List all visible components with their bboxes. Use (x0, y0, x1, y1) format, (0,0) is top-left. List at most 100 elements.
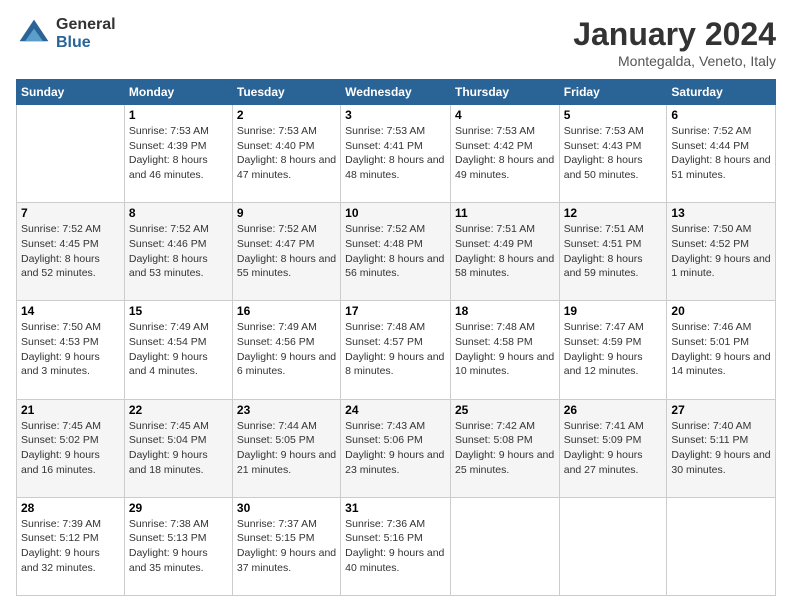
calendar-cell: 22Sunrise: 7:45 AMSunset: 5:04 PMDayligh… (124, 399, 232, 497)
day-number: 15 (129, 304, 228, 318)
day-number: 5 (564, 108, 663, 122)
day-info: Sunrise: 7:50 AMSunset: 4:53 PMDaylight:… (21, 320, 120, 379)
calendar-cell (17, 105, 125, 203)
day-number: 3 (345, 108, 446, 122)
logo-text: General Blue (56, 16, 116, 51)
calendar-cell (667, 497, 776, 595)
logo-icon (16, 16, 52, 52)
day-info: Sunrise: 7:50 AMSunset: 4:52 PMDaylight:… (671, 222, 771, 281)
calendar-cell: 20 Sunrise: 7:46 AMSunset: 5:01 PMDayligh… (667, 301, 776, 399)
day-info: Sunrise: 7:47 AMSunset: 4:59 PMDaylight:… (564, 320, 663, 379)
calendar: SundayMondayTuesdayWednesdayThursdayFrid… (16, 79, 776, 596)
day-number: 7 (21, 206, 120, 220)
day-info: Sunrise: 7:46 AMSunset: 5:01 PMDaylight:… (671, 320, 771, 379)
day-number: 25 (455, 403, 555, 417)
day-info: Sunrise: 7:40 AMSunset: 5:11 PMDaylight:… (671, 419, 771, 478)
day-info: Sunrise: 7:36 AMSunset: 5:16 PMDaylight:… (345, 517, 446, 576)
calendar-cell: 26 Sunrise: 7:41 AMSunset: 5:09 PMDayligh… (559, 399, 667, 497)
day-info: Sunrise: 7:51 AMSunset: 4:49 PMDaylight:… (455, 222, 555, 281)
logo-general: General (56, 16, 116, 34)
day-header-monday: Monday (124, 80, 232, 105)
day-info: Sunrise: 7:48 AMSunset: 4:57 PMDaylight:… (345, 320, 446, 379)
day-header-thursday: Thursday (450, 80, 559, 105)
calendar-cell: 30 Sunrise: 7:37 AMSunset: 5:15 PMDayligh… (232, 497, 340, 595)
day-number: 8 (129, 206, 228, 220)
calendar-week-row: 7 Sunrise: 7:52 AMSunset: 4:45 PMDaylight… (17, 203, 776, 301)
day-number: 4 (455, 108, 555, 122)
day-header-saturday: Saturday (667, 80, 776, 105)
day-info: Sunrise: 7:45 AMSunset: 5:04 PMDaylight:… (129, 419, 228, 478)
calendar-cell: 3 Sunrise: 7:53 AMSunset: 4:41 PMDaylight… (341, 105, 451, 203)
day-number: 9 (237, 206, 336, 220)
day-number: 19 (564, 304, 663, 318)
calendar-cell: 31Sunrise: 7:36 AMSunset: 5:16 PMDayligh… (341, 497, 451, 595)
day-number: 17 (345, 304, 446, 318)
calendar-cell: 12Sunrise: 7:51 AMSunset: 4:51 PMDayligh… (559, 203, 667, 301)
logo: General Blue (16, 16, 116, 52)
day-info: Sunrise: 7:53 AMSunset: 4:41 PMDaylight:… (345, 124, 446, 183)
day-header-wednesday: Wednesday (341, 80, 451, 105)
day-info: Sunrise: 7:48 AMSunset: 4:58 PMDaylight:… (455, 320, 555, 379)
day-info: Sunrise: 7:41 AMSunset: 5:09 PMDaylight:… (564, 419, 663, 478)
calendar-cell: 2 Sunrise: 7:53 AMSunset: 4:40 PMDaylight… (232, 105, 340, 203)
day-info: Sunrise: 7:52 AMSunset: 4:44 PMDaylight:… (671, 124, 771, 183)
calendar-cell: 17 Sunrise: 7:48 AMSunset: 4:57 PMDayligh… (341, 301, 451, 399)
day-info: Sunrise: 7:49 AMSunset: 4:56 PMDaylight:… (237, 320, 336, 379)
day-header-friday: Friday (559, 80, 667, 105)
day-info: Sunrise: 7:37 AMSunset: 5:15 PMDaylight:… (237, 517, 336, 576)
day-info: Sunrise: 7:53 AMSunset: 4:43 PMDaylight:… (564, 124, 663, 183)
day-info: Sunrise: 7:53 AMSunset: 4:40 PMDaylight:… (237, 124, 336, 183)
calendar-week-row: 1Sunrise: 7:53 AMSunset: 4:39 PMDaylight… (17, 105, 776, 203)
day-info: Sunrise: 7:52 AMSunset: 4:47 PMDaylight:… (237, 222, 336, 281)
day-info: Sunrise: 7:53 AMSunset: 4:42 PMDaylight:… (455, 124, 555, 183)
calendar-cell: 4 Sunrise: 7:53 AMSunset: 4:42 PMDaylight… (450, 105, 559, 203)
day-number: 16 (237, 304, 336, 318)
day-info: Sunrise: 7:45 AMSunset: 5:02 PMDaylight:… (21, 419, 120, 478)
calendar-cell: 25 Sunrise: 7:42 AMSunset: 5:08 PMDayligh… (450, 399, 559, 497)
day-number: 28 (21, 501, 120, 515)
day-number: 30 (237, 501, 336, 515)
day-info: Sunrise: 7:43 AMSunset: 5:06 PMDaylight:… (345, 419, 446, 478)
calendar-week-row: 28Sunrise: 7:39 AMSunset: 5:12 PMDayligh… (17, 497, 776, 595)
page: General Blue January 2024 Montegalda, Ve… (0, 0, 792, 612)
logo-blue: Blue (56, 34, 116, 52)
day-number: 11 (455, 206, 555, 220)
day-number: 10 (345, 206, 446, 220)
day-number: 23 (237, 403, 336, 417)
day-number: 26 (564, 403, 663, 417)
calendar-cell: 24Sunrise: 7:43 AMSunset: 5:06 PMDayligh… (341, 399, 451, 497)
day-header-tuesday: Tuesday (232, 80, 340, 105)
day-number: 29 (129, 501, 228, 515)
day-number: 2 (237, 108, 336, 122)
calendar-cell (559, 497, 667, 595)
calendar-cell: 5 Sunrise: 7:53 AMSunset: 4:43 PMDaylight… (559, 105, 667, 203)
calendar-cell: 11 Sunrise: 7:51 AMSunset: 4:49 PMDayligh… (450, 203, 559, 301)
day-number: 21 (21, 403, 120, 417)
day-number: 1 (129, 108, 228, 122)
calendar-header-row: SundayMondayTuesdayWednesdayThursdayFrid… (17, 80, 776, 105)
day-number: 27 (671, 403, 771, 417)
calendar-week-row: 14 Sunrise: 7:50 AMSunset: 4:53 PMDayligh… (17, 301, 776, 399)
calendar-cell: 9 Sunrise: 7:52 AMSunset: 4:47 PMDaylight… (232, 203, 340, 301)
day-info: Sunrise: 7:49 AMSunset: 4:54 PMDaylight:… (129, 320, 228, 379)
calendar-cell: 19 Sunrise: 7:47 AMSunset: 4:59 PMDayligh… (559, 301, 667, 399)
day-number: 14 (21, 304, 120, 318)
day-info: Sunrise: 7:52 AMSunset: 4:45 PMDaylight:… (21, 222, 120, 281)
calendar-cell: 16 Sunrise: 7:49 AMSunset: 4:56 PMDayligh… (232, 301, 340, 399)
day-info: Sunrise: 7:52 AMSunset: 4:48 PMDaylight:… (345, 222, 446, 281)
calendar-cell: 18Sunrise: 7:48 AMSunset: 4:58 PMDayligh… (450, 301, 559, 399)
day-info: Sunrise: 7:44 AMSunset: 5:05 PMDaylight:… (237, 419, 336, 478)
day-header-sunday: Sunday (17, 80, 125, 105)
calendar-week-row: 21 Sunrise: 7:45 AMSunset: 5:02 PMDayligh… (17, 399, 776, 497)
day-number: 20 (671, 304, 771, 318)
calendar-cell: 15 Sunrise: 7:49 AMSunset: 4:54 PMDayligh… (124, 301, 232, 399)
calendar-cell: 13Sunrise: 7:50 AMSunset: 4:52 PMDayligh… (667, 203, 776, 301)
calendar-cell: 23 Sunrise: 7:44 AMSunset: 5:05 PMDayligh… (232, 399, 340, 497)
day-number: 12 (564, 206, 663, 220)
day-info: Sunrise: 7:42 AMSunset: 5:08 PMDaylight:… (455, 419, 555, 478)
calendar-cell: 27 Sunrise: 7:40 AMSunset: 5:11 PMDayligh… (667, 399, 776, 497)
calendar-cell: 14 Sunrise: 7:50 AMSunset: 4:53 PMDayligh… (17, 301, 125, 399)
day-info: Sunrise: 7:38 AMSunset: 5:13 PMDaylight:… (129, 517, 228, 576)
calendar-cell: 21 Sunrise: 7:45 AMSunset: 5:02 PMDayligh… (17, 399, 125, 497)
calendar-cell: 1Sunrise: 7:53 AMSunset: 4:39 PMDaylight… (124, 105, 232, 203)
